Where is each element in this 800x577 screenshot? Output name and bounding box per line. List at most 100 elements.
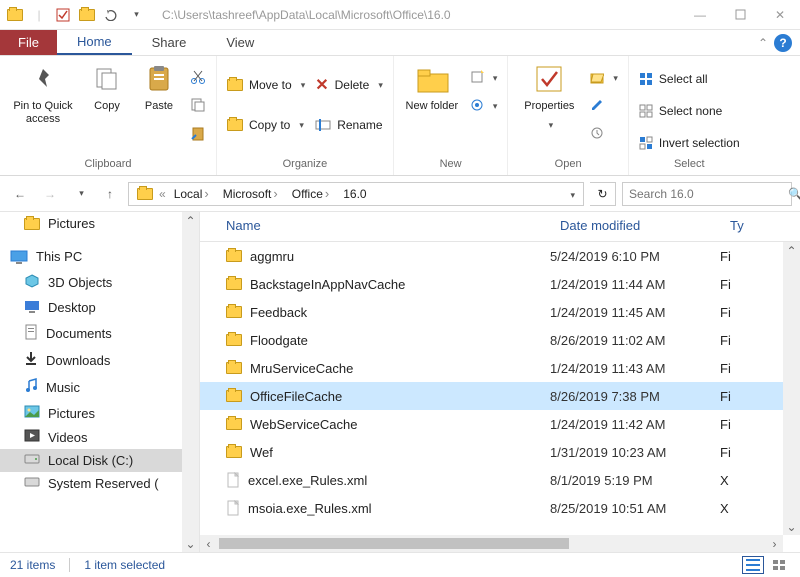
file-scrollbar-horizontal[interactable]: ‹ › xyxy=(200,535,783,552)
select-all-button[interactable]: Select all xyxy=(639,68,740,90)
details-view-button[interactable] xyxy=(742,556,764,574)
paste-shortcut-button[interactable] xyxy=(190,122,206,144)
undo-qat-icon[interactable] xyxy=(100,4,122,26)
scroll-right-icon[interactable]: › xyxy=(766,535,783,552)
move-to-label: Move to xyxy=(249,78,292,92)
col-type[interactable]: Ty xyxy=(720,212,800,241)
folder-icon xyxy=(226,446,242,458)
tree-item[interactable]: Pictures xyxy=(0,401,199,425)
copy-to-button[interactable]: Copy to xyxy=(227,114,305,136)
edit-icon xyxy=(590,98,604,112)
ribbon-tabs: File Home Share View ⌃ ? xyxy=(0,30,800,56)
scroll-down-icon[interactable]: ⌄ xyxy=(783,518,800,535)
col-date[interactable]: Date modified xyxy=(550,212,720,241)
large-icons-view-button[interactable] xyxy=(768,556,790,574)
crumb-2[interactable]: Office xyxy=(286,186,335,201)
table-row[interactable]: excel.exe_Rules.xml8/1/2019 5:19 PMX xyxy=(200,466,800,494)
nav-scrollbar[interactable]: ⌃ ⌄ xyxy=(182,212,199,552)
invert-selection-button[interactable]: Invert selection xyxy=(639,132,740,154)
scroll-down-icon[interactable]: ⌄ xyxy=(182,535,199,552)
crumb-3[interactable]: 16.0 xyxy=(337,187,372,201)
table-row[interactable]: WebServiceCache1/24/2019 11:42 AMFi xyxy=(200,410,800,438)
scroll-up-icon[interactable]: ⌃ xyxy=(182,212,199,229)
scroll-thumb[interactable] xyxy=(219,538,569,549)
tree-item[interactable]: 3D Objects xyxy=(0,270,199,295)
tree-item[interactable]: Desktop xyxy=(0,295,199,320)
cut-button[interactable] xyxy=(190,66,206,88)
file-date: 1/24/2019 11:45 AM xyxy=(550,305,720,320)
qat-customize-icon[interactable] xyxy=(124,4,146,26)
scroll-up-icon[interactable]: ⌃ xyxy=(783,242,800,259)
table-row[interactable]: MruServiceCache1/24/2019 11:43 AMFi xyxy=(200,354,800,382)
tab-file[interactable]: File xyxy=(0,30,57,55)
tree-item[interactable]: System Reserved ( xyxy=(0,472,199,495)
tree-item[interactable]: Music xyxy=(0,374,199,401)
table-row[interactable]: Wef1/31/2019 10:23 AMFi xyxy=(200,438,800,466)
paste-button[interactable]: Paste xyxy=(138,62,180,113)
delete-button[interactable]: ✕Delete xyxy=(315,74,383,96)
breadcrumb-bar[interactable]: « Local Microsoft Office 16.0 xyxy=(128,182,584,206)
easy-access-button[interactable] xyxy=(470,94,498,116)
maximize-button[interactable] xyxy=(720,0,760,30)
address-dropdown-icon[interactable] xyxy=(563,187,579,201)
crumb-0[interactable]: Local xyxy=(168,186,215,201)
tree-this-pc[interactable]: This PC xyxy=(0,243,199,270)
table-row[interactable]: msoia.exe_Rules.xml8/25/2019 10:51 AMX xyxy=(200,494,800,522)
properties-label: Properties xyxy=(524,100,574,113)
copy-path-button[interactable] xyxy=(190,94,206,116)
open-file-button[interactable] xyxy=(590,66,618,88)
edit-button[interactable] xyxy=(590,94,618,116)
tree-item[interactable]: Local Disk (C:) xyxy=(0,449,199,472)
group-open: Properties Open xyxy=(508,56,629,175)
minimize-button[interactable]: — xyxy=(680,0,720,30)
table-row[interactable]: BackstageInAppNavCache1/24/2019 11:44 AM… xyxy=(200,270,800,298)
back-button[interactable]: ← xyxy=(8,182,32,206)
rename-button[interactable]: Rename xyxy=(315,114,383,136)
properties-qat-icon[interactable] xyxy=(52,4,74,26)
copy-label: Copy xyxy=(94,100,120,113)
col-name[interactable]: Name xyxy=(200,212,550,241)
recent-locations-button[interactable] xyxy=(68,182,92,206)
table-row[interactable]: Feedback1/24/2019 11:45 AMFi xyxy=(200,298,800,326)
collapse-ribbon-icon[interactable]: ⌃ xyxy=(758,36,768,50)
history-button[interactable] xyxy=(590,122,618,144)
file-date: 8/1/2019 5:19 PM xyxy=(550,473,720,488)
table-row[interactable]: aggmru5/24/2019 6:10 PMFi xyxy=(200,242,800,270)
forward-button[interactable]: → xyxy=(38,182,62,206)
tree-item[interactable]: Downloads xyxy=(0,347,199,374)
folder-icon[interactable] xyxy=(4,4,26,26)
tab-share[interactable]: Share xyxy=(132,30,207,55)
pin-to-quick-access-button[interactable]: Pin to Quick access xyxy=(10,62,76,126)
scroll-left-icon[interactable]: ‹ xyxy=(200,535,217,552)
up-button[interactable]: ↑ xyxy=(98,182,122,206)
close-button[interactable]: ✕ xyxy=(760,0,800,30)
search-icon[interactable]: 🔍 xyxy=(788,187,800,201)
new-folder-label: New folder xyxy=(406,100,459,113)
tab-view[interactable]: View xyxy=(206,30,274,55)
refresh-button[interactable]: ↻ xyxy=(590,182,616,206)
tab-home[interactable]: Home xyxy=(57,30,132,55)
new-folder-button[interactable]: New folder xyxy=(404,62,460,113)
select-none-button[interactable]: Select none xyxy=(639,100,740,122)
tree-item-icon xyxy=(24,429,40,445)
table-row[interactable]: Floodgate8/26/2019 11:02 AMFi xyxy=(200,326,800,354)
properties-button[interactable]: Properties xyxy=(518,62,580,131)
move-to-button[interactable]: Move to xyxy=(227,74,305,96)
new-item-button[interactable] xyxy=(470,66,498,88)
search-box[interactable]: 🔍 xyxy=(622,182,792,206)
crumb-1[interactable]: Microsoft xyxy=(217,186,284,201)
copy-path-icon xyxy=(190,97,206,113)
tree-pictures-qa[interactable]: Pictures xyxy=(0,212,199,235)
status-bar: 21 items 1 item selected xyxy=(0,552,800,576)
file-scrollbar-vertical[interactable]: ⌃ ⌄ xyxy=(783,242,800,535)
search-input[interactable] xyxy=(629,187,784,201)
tree-item[interactable]: Videos xyxy=(0,425,199,449)
tree-item[interactable]: Documents xyxy=(0,320,199,347)
column-headers: Name Date modified Ty xyxy=(200,212,800,242)
new-folder-qat-icon[interactable] xyxy=(76,4,98,26)
file-icon xyxy=(226,500,240,516)
copy-button[interactable]: Copy xyxy=(86,62,128,113)
table-row[interactable]: OfficeFileCache8/26/2019 7:38 PMFi xyxy=(200,382,800,410)
help-icon[interactable]: ? xyxy=(774,34,792,52)
paste-label: Paste xyxy=(145,100,173,113)
